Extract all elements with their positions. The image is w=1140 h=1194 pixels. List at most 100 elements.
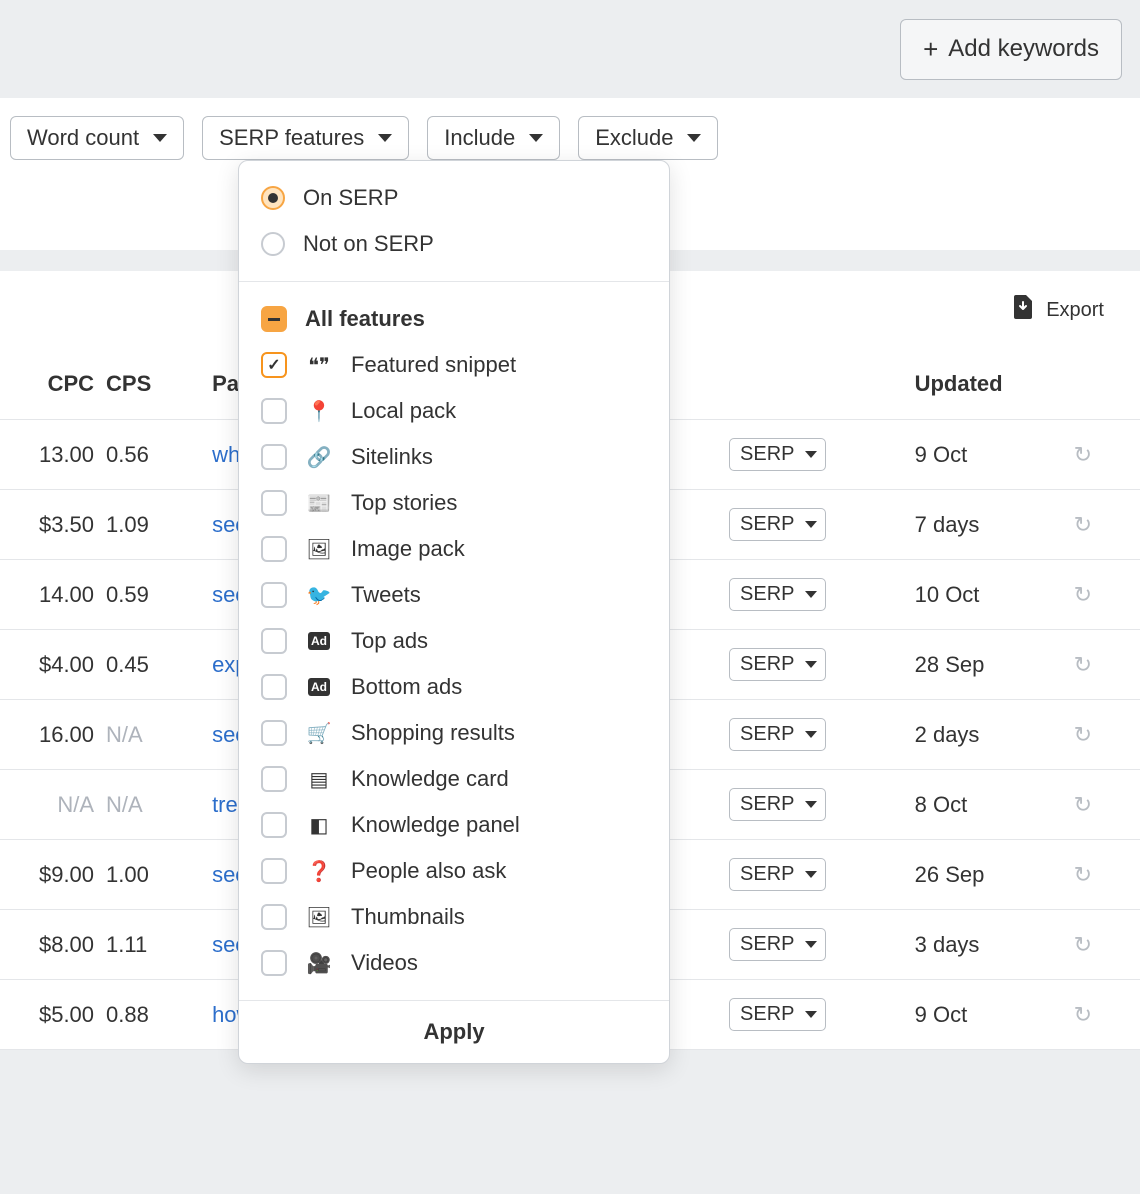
refresh-button[interactable]: ↻ — [1074, 560, 1140, 630]
cell-serp-dd[interactable]: SERP — [729, 700, 915, 770]
checkbox-feature-6[interactable]: AdTop ads — [261, 618, 647, 664]
cell-cps: 1.09 — [106, 490, 212, 560]
checkbox-icon — [261, 812, 287, 838]
feature-label: Thumbnails — [351, 904, 465, 930]
feature-label: Tweets — [351, 582, 421, 608]
serp-features-filter[interactable]: SERP features — [202, 116, 409, 160]
checkbox-icon — [261, 536, 287, 562]
include-filter[interactable]: Include — [427, 116, 560, 160]
refresh-button[interactable]: ↻ — [1074, 910, 1140, 980]
feature-icon: 📰 — [305, 491, 333, 516]
cell-cpc: 16.00 — [0, 700, 106, 770]
checkbox-icon — [261, 490, 287, 516]
cell-cpc: $4.00 — [0, 630, 106, 700]
feature-icon: ▤ — [305, 767, 333, 792]
cell-cps: 1.00 — [106, 840, 212, 910]
feature-icon: ❝❞ — [305, 353, 333, 378]
radio-icon — [261, 232, 285, 256]
checkbox-feature-5[interactable]: 🐦 Tweets — [261, 572, 647, 618]
cell-cps: 0.59 — [106, 560, 212, 630]
feature-icon: ❓ — [305, 859, 333, 884]
checkbox-feature-1[interactable]: 📍Local pack — [261, 388, 647, 434]
refresh-button[interactable]: ↻ — [1074, 840, 1140, 910]
feature-label: Top stories — [351, 490, 457, 516]
feature-icon: ◧ — [305, 813, 333, 838]
caret-down-icon — [153, 134, 167, 142]
cell-updated: 28 Sep — [915, 630, 1074, 700]
checkbox-feature-8[interactable]: 🛒Shopping results — [261, 710, 647, 756]
cell-cpc: $8.00 — [0, 910, 106, 980]
apply-button[interactable]: Apply — [239, 1000, 669, 1063]
checkbox-all-features[interactable]: All features — [261, 296, 647, 342]
feature-label: Shopping results — [351, 720, 515, 746]
cell-serp-dd[interactable]: SERP — [729, 840, 915, 910]
checkbox-feature-11[interactable]: ❓ People also ask — [261, 848, 647, 894]
checkbox-icon — [261, 904, 287, 930]
cell-serp-dd[interactable]: SERP — [729, 770, 915, 840]
checkbox-icon — [261, 444, 287, 470]
cell-cps: 0.88 — [106, 980, 212, 1050]
col-cps: CPS — [106, 349, 212, 420]
checkbox-feature-9[interactable]: ▤Knowledge card — [261, 756, 647, 802]
cell-cps: N/A — [106, 770, 212, 840]
add-keywords-button[interactable]: + Add keywords — [900, 19, 1122, 80]
cell-cpc: $3.50 — [0, 490, 106, 560]
cell-cps: 1.11 — [106, 910, 212, 980]
checkbox-indeterminate-icon — [261, 306, 287, 332]
col-cpc: CPC — [0, 349, 106, 420]
caret-down-icon — [378, 134, 392, 142]
refresh-button[interactable]: ↻ — [1074, 980, 1140, 1050]
checkbox-feature-10[interactable]: ◧ Knowledge panel — [261, 802, 647, 848]
cell-serp-dd[interactable]: SERP — [729, 630, 915, 700]
cell-updated: 3 days — [915, 910, 1074, 980]
cell-updated: 10 Oct — [915, 560, 1074, 630]
checkbox-icon — [261, 950, 287, 976]
refresh-button[interactable]: ↻ — [1074, 630, 1140, 700]
feature-label: Local pack — [351, 398, 456, 424]
cell-serp-dd[interactable]: SERP — [729, 560, 915, 630]
cell-serp-dd[interactable]: SERP — [729, 910, 915, 980]
checkbox-feature-3[interactable]: 📰 Top stories — [261, 480, 647, 526]
add-keywords-label: Add keywords — [948, 35, 1099, 63]
cell-updated: 8 Oct — [915, 770, 1074, 840]
refresh-button[interactable]: ↻ — [1074, 420, 1140, 490]
cell-cpc: $9.00 — [0, 840, 106, 910]
feature-icon: 🔗 — [305, 445, 333, 470]
radio-not-on-serp[interactable]: Not on SERP — [261, 221, 647, 267]
cell-serp-dd[interactable]: SERP — [729, 980, 915, 1050]
checkbox-feature-7[interactable]: AdBottom ads — [261, 664, 647, 710]
feature-label: Featured snippet — [351, 352, 516, 378]
feature-label: Knowledge panel — [351, 812, 520, 838]
checkbox-feature-13[interactable]: 🎥Videos — [261, 940, 647, 986]
cell-updated: 9 Oct — [915, 980, 1074, 1050]
serp-features-popover: On SERP Not on SERP All features ❝❞ Featu… — [238, 160, 670, 1064]
checkbox-feature-4[interactable]: 🖼 Image pack — [261, 526, 647, 572]
feature-label: Image pack — [351, 536, 465, 562]
caret-down-icon — [687, 134, 701, 142]
checkbox-feature-12[interactable]: 🖼Thumbnails — [261, 894, 647, 940]
checkbox-icon — [261, 766, 287, 792]
exclude-filter[interactable]: Exclude — [578, 116, 718, 160]
feature-label: People also ask — [351, 858, 506, 884]
radio-icon — [261, 186, 285, 210]
feature-label: Sitelinks — [351, 444, 433, 470]
cell-serp-dd[interactable]: SERP — [729, 490, 915, 560]
cell-cpc: N/A — [0, 770, 106, 840]
checkbox-feature-0[interactable]: ❝❞ Featured snippet — [261, 342, 647, 388]
checkbox-icon — [261, 398, 287, 424]
cell-cpc: 13.00 — [0, 420, 106, 490]
word-count-filter[interactable]: Word count — [10, 116, 184, 160]
checkbox-feature-2[interactable]: 🔗 Sitelinks — [261, 434, 647, 480]
feature-icon: 🖼 — [305, 537, 333, 562]
cell-serp-dd[interactable]: SERP — [729, 420, 915, 490]
export-button[interactable]: Export — [1046, 299, 1104, 322]
refresh-button[interactable]: ↻ — [1074, 490, 1140, 560]
plus-icon: + — [923, 34, 938, 65]
cell-updated: 7 days — [915, 490, 1074, 560]
feature-label: Bottom ads — [351, 674, 462, 700]
refresh-button[interactable]: ↻ — [1074, 770, 1140, 840]
feature-icon: 🐦 — [305, 583, 333, 608]
refresh-button[interactable]: ↻ — [1074, 700, 1140, 770]
radio-on-serp[interactable]: On SERP — [261, 175, 647, 221]
feature-icon: 🎥 — [305, 951, 333, 976]
